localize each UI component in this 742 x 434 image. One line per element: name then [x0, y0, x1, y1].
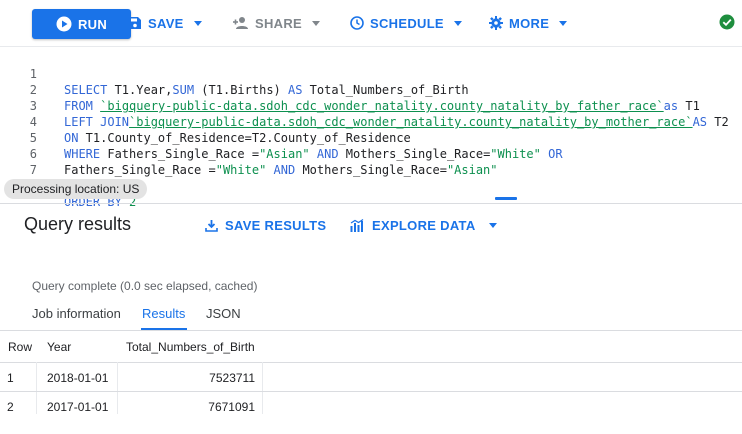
chevron-down-icon: [453, 20, 462, 26]
save-button[interactable]: SAVE: [128, 13, 202, 33]
share-icon: [233, 17, 248, 29]
row-number-cell: 2: [7, 400, 14, 414]
run-label: RUN: [77, 16, 108, 32]
play-icon: [56, 16, 72, 32]
divider: [0, 330, 742, 331]
check-circle-icon: [719, 14, 735, 30]
chevron-down-icon: [312, 20, 321, 26]
tab-results[interactable]: Results: [142, 306, 185, 321]
tab-json[interactable]: JSON: [206, 306, 241, 321]
explore-data-button[interactable]: EXPLORE DATA: [350, 218, 497, 233]
total-cell: 7671091: [208, 400, 255, 414]
column-header-year[interactable]: Year: [47, 340, 71, 354]
resize-handle[interactable]: [495, 197, 517, 200]
chart-icon: [350, 219, 364, 232]
column-header-total[interactable]: Total_Numbers_of_Birth: [126, 340, 255, 354]
row-divider: [0, 391, 742, 392]
schedule-label: SCHEDULE: [370, 15, 444, 31]
code-line: 8 ORDER BY 2: [0, 162, 742, 209]
code-line: 5 WHERE Fathers_Single_Race ="Asian" AND…: [0, 114, 742, 161]
code-line: 6 Fathers_Single_Race ="White" AND Mothe…: [0, 130, 742, 177]
code-line: 4 ON T1.County_of_Residence=T2.County_of…: [0, 98, 742, 145]
column-divider: [117, 362, 118, 414]
schedule-icon: [350, 16, 364, 30]
processing-location-chip: Processing location: US: [4, 179, 148, 199]
code-line: 1 SELECT T1.Year,SUM (T1.Births) AS Tota…: [0, 50, 742, 97]
divider: [0, 203, 742, 204]
save-icon: [129, 17, 141, 29]
year-cell: 2018-01-01: [47, 371, 109, 385]
chevron-down-icon: [488, 223, 497, 228]
column-header-row: Row: [8, 340, 33, 354]
schedule-button[interactable]: SCHEDULE: [350, 13, 462, 33]
code-line: 2 FROM `bigquery-public-data.sdoh_cdc_wo…: [0, 66, 742, 113]
save-results-button[interactable]: SAVE RESULTS: [205, 218, 326, 233]
gear-icon: [489, 16, 503, 30]
explore-data-label: EXPLORE DATA: [372, 218, 476, 233]
more-button[interactable]: MORE: [489, 13, 568, 33]
toolbar: RUN SAVE SHARE SCHEDULE MORE: [0, 0, 742, 46]
tab-job-information[interactable]: Job information: [32, 306, 121, 321]
code-line: 7 GROUP BY 1: [0, 146, 742, 193]
save-label: SAVE: [148, 15, 184, 31]
run-button[interactable]: RUN: [32, 9, 131, 39]
row-divider: [0, 362, 742, 363]
chevron-down-icon: [559, 20, 568, 26]
year-cell: 2017-01-01: [47, 400, 109, 414]
row-number-cell: 1: [7, 371, 14, 385]
download-icon: [205, 220, 218, 232]
save-results-label: SAVE RESULTS: [225, 218, 327, 233]
chevron-down-icon: [193, 20, 202, 26]
total-cell: 7523711: [209, 371, 255, 385]
share-label: SHARE: [255, 15, 303, 31]
column-divider: [262, 362, 263, 414]
column-divider: [36, 362, 37, 414]
results-title: Query results: [24, 214, 132, 234]
share-button[interactable]: SHARE: [233, 13, 321, 33]
sql-editor[interactable]: 1 SELECT T1.Year,SUM (T1.Births) AS Tota…: [0, 46, 742, 209]
code-line: 3 LEFT JOIN`bigquery-public-data.sdoh_cd…: [0, 82, 742, 129]
query-status: Query complete (0.0 sec elapsed, cached): [32, 279, 258, 293]
more-label: MORE: [509, 15, 550, 31]
